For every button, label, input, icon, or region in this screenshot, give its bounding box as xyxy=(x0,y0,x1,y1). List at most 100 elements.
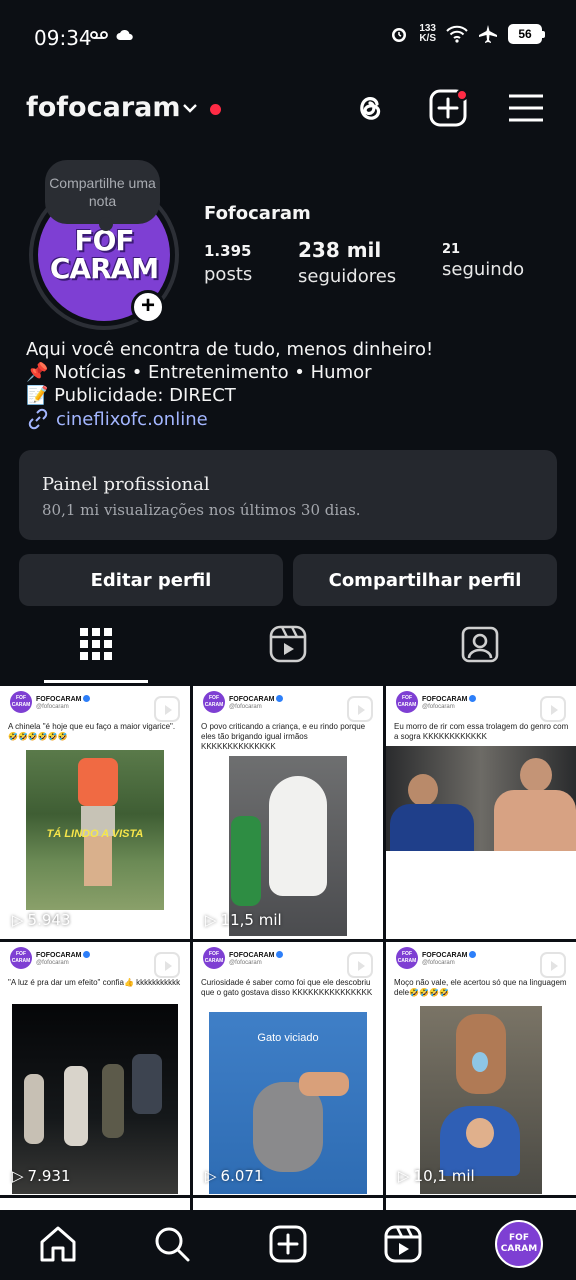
post-name-text: FOFOCARAM xyxy=(422,695,468,703)
post-handle: @fofocaram xyxy=(422,703,455,710)
add-story-icon[interactable]: + xyxy=(131,290,165,324)
posts-stat[interactable]: 1.395 posts xyxy=(204,242,252,285)
play-icon: ▷ xyxy=(12,1167,24,1185)
reel-badge-icon xyxy=(540,696,566,722)
grid-post-partial[interactable] xyxy=(386,1198,576,1210)
menu-icon[interactable] xyxy=(506,88,546,128)
status-left-icons xyxy=(90,28,134,42)
grid-post[interactable]: FOF CARAM FOFOCARAM @fofocaram "A luz é p… xyxy=(0,942,190,1195)
note-bubble[interactable]: Compartilhe uma nota xyxy=(45,160,160,231)
post-avatar: FOF CARAM xyxy=(10,947,32,969)
post-avatar: FOF CARAM xyxy=(203,947,225,969)
verified-icon xyxy=(469,695,477,703)
post-caption: Moço não vale, ele acertou só que na lin… xyxy=(394,978,567,997)
search-icon[interactable] xyxy=(152,1224,192,1264)
profile-tabs xyxy=(0,614,576,686)
reel-badge-icon xyxy=(154,696,180,722)
grid-post[interactable]: FOF CARAM FOFOCARAM @fofocaram A chinela … xyxy=(0,686,190,939)
post-handle: @fofocaram xyxy=(229,959,262,966)
battery-indicator: 56 xyxy=(508,24,545,44)
post-account-name: FOFOCARAM xyxy=(422,951,477,960)
post-header: FOF CARAM FOFOCARAM @fofocaram xyxy=(10,947,91,969)
posts-label: posts xyxy=(204,264,253,285)
verified-icon xyxy=(276,695,284,703)
tagged-tab-icon[interactable] xyxy=(460,624,500,664)
grid-tab-icon[interactable] xyxy=(76,624,116,664)
network-speed-unit: K/S xyxy=(419,33,436,44)
post-account-name: FOFOCARAM xyxy=(36,951,91,960)
post-avatar: FOF CARAM xyxy=(396,691,418,713)
view-count-value: 10,1 mil xyxy=(413,1167,475,1185)
verified-icon xyxy=(83,951,91,959)
display-name: Fofocaram xyxy=(204,203,311,224)
reel-badge-icon xyxy=(540,952,566,978)
nav-avatar-line1: FOF xyxy=(509,1233,529,1243)
grid-post[interactable]: FOF CARAM FOFOCARAM @fofocaram O povo cri… xyxy=(193,686,383,939)
view-count: ▷ 7.931 xyxy=(12,1167,71,1185)
post-caption: Eu morro de rir com essa trolagem do gen… xyxy=(394,722,569,741)
reels-icon[interactable] xyxy=(383,1224,423,1264)
avatar-logo-line1: FOF xyxy=(74,224,134,257)
post-caption: "A luz é pra dar um efeito" confia👍 kkkk… xyxy=(8,978,181,987)
play-icon: ▷ xyxy=(398,1167,410,1185)
bio-link[interactable]: cineflixofc.online xyxy=(26,407,433,431)
reels-tab-icon[interactable] xyxy=(268,624,308,664)
post-avatar: FOF CARAM xyxy=(396,947,418,969)
network-speed: 133 K/S xyxy=(419,24,436,44)
cloud-icon xyxy=(116,29,133,40)
followers-label: seguidores xyxy=(298,266,397,287)
view-count: ▷ 11,5 mil xyxy=(205,911,282,929)
post-thumbnail xyxy=(420,1006,542,1194)
home-icon[interactable] xyxy=(38,1224,78,1264)
status-time: 09:34 xyxy=(34,26,92,50)
post-overlay-text: TÁ LINDO A VISTA xyxy=(46,828,144,840)
verified-icon xyxy=(83,695,91,703)
followers-stat[interactable]: 238 mil seguidores xyxy=(298,238,396,287)
active-tab-indicator xyxy=(44,680,148,683)
create-icon[interactable] xyxy=(268,1224,308,1264)
grid-post-partial[interactable] xyxy=(193,1198,383,1210)
post-header: FOF CARAM FOFOCARAM @fofocaram xyxy=(10,691,91,713)
create-notification-dot xyxy=(456,89,468,101)
post-name-text: FOFOCARAM xyxy=(36,695,82,703)
post-header: FOF CARAM FOFOCARAM @fofocaram xyxy=(396,947,477,969)
post-thumbnail xyxy=(229,756,347,936)
reel-badge-icon xyxy=(347,952,373,978)
post-caption: A chinela "é hoje que eu faço a maior vi… xyxy=(8,722,176,741)
reel-badge-icon xyxy=(347,696,373,722)
post-avatar: FOF CARAM xyxy=(203,691,225,713)
bio-line-1: Aqui você encontra de tudo, menos dinhei… xyxy=(26,339,434,360)
bio-link-text: cineflixofc.online xyxy=(56,408,208,430)
username-switcher[interactable]: fofocaram xyxy=(26,92,181,123)
post-header: FOF CARAM FOFOCARAM @fofocaram xyxy=(203,947,284,969)
grid-post-partial[interactable] xyxy=(0,1198,190,1210)
chevron-down-icon[interactable] xyxy=(180,98,200,118)
post-account-name: FOFOCARAM xyxy=(229,695,284,704)
post-thumbnail xyxy=(386,746,576,851)
grid-post[interactable]: FOF CARAM FOFOCARAM @fofocaram Eu morro d… xyxy=(386,686,576,939)
play-icon: ▷ xyxy=(12,911,24,929)
following-stat[interactable]: 21 seguindo xyxy=(442,242,524,280)
professional-dashboard[interactable]: Painel profissional 80,1 mi visualizaçõe… xyxy=(19,450,557,540)
post-header: FOF CARAM FOFOCARAM @fofocaram xyxy=(203,691,284,713)
following-count: 21 xyxy=(442,242,461,257)
alarm-icon xyxy=(392,28,407,42)
link-icon xyxy=(28,408,48,430)
post-thumbnail: TÁ LINDO A VISTA xyxy=(26,750,164,910)
grid-post[interactable]: FOF CARAM FOFOCARAM @fofocaram Curiosidad… xyxy=(193,942,383,1195)
grid-post[interactable]: FOF CARAM FOFOCARAM @fofocaram Moço não v… xyxy=(386,942,576,1195)
threads-icon[interactable] xyxy=(350,88,390,128)
profile-header: fofocaram xyxy=(0,80,576,138)
post-name-text: FOFOCARAM xyxy=(229,951,275,959)
verified-icon xyxy=(469,951,477,959)
share-profile-button[interactable]: Compartilhar perfil xyxy=(293,554,557,606)
post-overlay-text: Gato viciado xyxy=(257,1032,319,1044)
wifi-icon xyxy=(446,25,468,43)
posts-grid: FOF CARAM FOFOCARAM @fofocaram A chinela … xyxy=(0,686,576,1210)
view-count-value: 7.931 xyxy=(27,1167,71,1185)
verified-icon xyxy=(276,951,284,959)
edit-profile-button[interactable]: Editar perfil xyxy=(19,554,283,606)
profile-nav-avatar[interactable]: FOF CARAM xyxy=(495,1220,543,1268)
bottom-navigation: FOF CARAM xyxy=(0,1210,576,1280)
play-icon: ▷ xyxy=(205,1167,217,1185)
